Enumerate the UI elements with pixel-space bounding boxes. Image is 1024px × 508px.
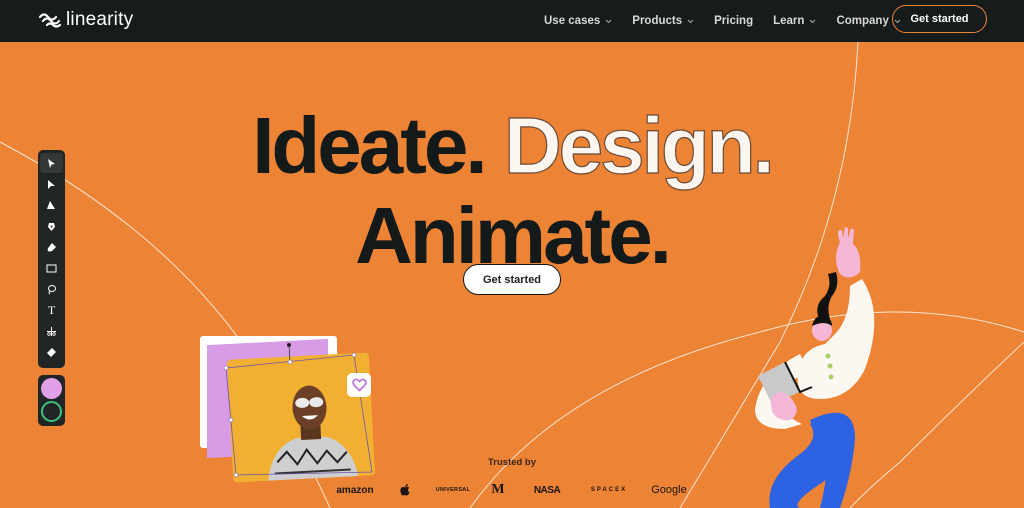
like-button[interactable] bbox=[347, 373, 371, 397]
tools-panel: T bbox=[38, 150, 65, 368]
hero-get-started-button[interactable]: Get started bbox=[463, 264, 561, 295]
brand-nasa: NASA bbox=[533, 484, 561, 496]
brand-apple bbox=[380, 484, 430, 496]
brand-mcdonalds: M bbox=[491, 482, 505, 497]
nav-use-cases-label: Use cases bbox=[544, 15, 601, 27]
nav-company-label: Company bbox=[836, 15, 889, 27]
brand-logos: amazon UNIVERSAL M NASA SPACEX Google bbox=[330, 482, 694, 497]
lasso-icon bbox=[48, 284, 56, 294]
tool-rectangle[interactable] bbox=[40, 258, 63, 278]
headline-design: Design. bbox=[503, 100, 775, 190]
tool-text[interactable]: T bbox=[40, 300, 63, 320]
nav-links: Use cases Products Pricing Learn Company bbox=[544, 0, 921, 42]
selection-arrow-icon bbox=[48, 158, 55, 168]
linearity-logo-icon bbox=[38, 13, 62, 28]
nav-products-label: Products bbox=[632, 15, 683, 27]
tool-lasso[interactable] bbox=[40, 279, 63, 299]
tool-scissors[interactable] bbox=[40, 321, 63, 341]
brand-universal: UNIVERSAL bbox=[435, 487, 471, 493]
apple-logo-icon bbox=[400, 484, 410, 496]
tool-eraser[interactable] bbox=[40, 342, 63, 362]
heart-icon bbox=[351, 378, 367, 392]
tool-pen[interactable] bbox=[40, 216, 63, 236]
fill-color-swatch[interactable] bbox=[41, 378, 62, 399]
logo[interactable]: linearity bbox=[38, 9, 133, 31]
nav-get-started-button[interactable]: Get started bbox=[892, 5, 987, 33]
nav-learn-label: Learn bbox=[773, 15, 805, 27]
tool-selection[interactable] bbox=[40, 153, 63, 173]
chevron-down-icon bbox=[605, 19, 612, 23]
nav-pricing[interactable]: Pricing bbox=[714, 15, 753, 27]
headline-ideate: Ideate. bbox=[252, 101, 487, 190]
pen-icon bbox=[48, 222, 55, 231]
color-panel bbox=[38, 375, 65, 426]
tool-direct-selection[interactable] bbox=[40, 174, 63, 194]
hero-section: Ideate. Design. Animate. Get started T T… bbox=[0, 42, 1024, 508]
brush-icon bbox=[47, 242, 56, 251]
rectangle-icon bbox=[46, 264, 57, 272]
logo-text: linearity bbox=[66, 9, 134, 30]
brand-amazon: amazon bbox=[336, 484, 374, 496]
node-selection-icon bbox=[47, 200, 55, 209]
nav-pricing-label: Pricing bbox=[714, 15, 754, 27]
tool-node[interactable] bbox=[40, 195, 63, 215]
chevron-down-icon bbox=[687, 19, 694, 23]
nav-use-cases[interactable]: Use cases bbox=[544, 15, 612, 27]
trusted-by-label: Trusted by bbox=[487, 457, 537, 468]
chevron-down-icon bbox=[810, 19, 816, 23]
top-navbar: linearity Use cases Products Pricing Lea… bbox=[0, 0, 1024, 42]
direct-selection-icon bbox=[48, 179, 55, 189]
nav-products[interactable]: Products bbox=[632, 15, 694, 27]
eraser-icon bbox=[47, 347, 56, 357]
headline-line-1: Ideate. Design. bbox=[0, 100, 1024, 191]
brand-google: Google bbox=[651, 484, 687, 496]
scissors-icon bbox=[47, 326, 56, 336]
text-icon: T bbox=[47, 302, 56, 317]
stroke-color-swatch[interactable] bbox=[41, 401, 62, 422]
tool-brush[interactable] bbox=[40, 237, 63, 257]
nav-learn[interactable]: Learn bbox=[773, 15, 816, 27]
brand-spacex: SPACEX bbox=[590, 487, 628, 493]
